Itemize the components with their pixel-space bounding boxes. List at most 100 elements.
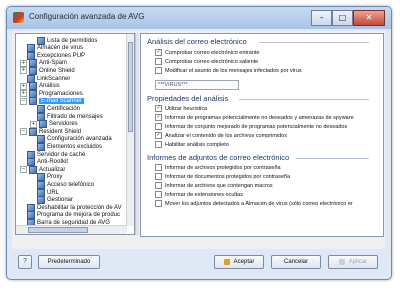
tree-item-label: Servidores [49, 121, 78, 128]
option-checkbox[interactable] [155, 58, 162, 65]
option-row[interactable]: Informar de archivos protegidos por cont… [155, 164, 281, 171]
tree-vertical-scroll-thumb[interactable] [128, 42, 133, 132]
option-label: Comprobar correo electrónico saliente [165, 58, 259, 65]
tree-item-label: Actualizar [39, 166, 66, 173]
option-row[interactable]: Informar de documentos protegidos por co… [155, 173, 290, 180]
option-label: Informar de archivos protegidos por cont… [165, 164, 281, 171]
option-label: Utilizar heurística [165, 105, 208, 112]
attachments-section-title: Informes de adjuntos de correo electróni… [147, 153, 290, 162]
option-row[interactable]: Informar de archivos que contengan macro… [155, 182, 273, 189]
window-controls: – □ ✕ [311, 10, 385, 26]
option-row[interactable]: Mover los adjuntos detectados a Almacén … [155, 200, 353, 207]
cancel-button[interactable]: Cancelar [271, 255, 321, 269]
option-row[interactable]: Informar de conjunto mejorado de program… [155, 123, 347, 130]
option-checkbox[interactable]: ✓ [155, 105, 162, 112]
tree-item-label: Servidor de caché [37, 151, 86, 158]
option-row[interactable]: Modificar el asunto de los mensajes infe… [155, 67, 302, 74]
option-checkbox[interactable] [155, 200, 162, 207]
default-button[interactable]: Predeterminado [38, 255, 100, 269]
option-checkbox[interactable] [155, 191, 162, 198]
shield-icon [223, 259, 230, 265]
client-area: Lista de permitidos Almacén de virus Excep… [12, 31, 385, 249]
tree-connector [30, 190, 35, 195]
option-checkbox[interactable] [155, 173, 162, 180]
tree-item-label: Deshabilitar la protección de AV [37, 204, 122, 211]
tree-item-label: Elementos excluidos [47, 143, 103, 150]
accept-button[interactable]: Aceptar [214, 255, 264, 269]
tree-item-label: Anti-Rootkit [37, 159, 69, 166]
tree-item-label: Gestionar [47, 197, 74, 204]
option-checkbox[interactable] [155, 123, 162, 130]
tree-item-label: E-mail Scanner [39, 98, 85, 105]
tree-connector [30, 144, 35, 149]
option-label: Habilitar análisis completo [165, 141, 229, 148]
option-checkbox[interactable] [155, 182, 162, 189]
tree-horizontal-scroll-thumb[interactable] [28, 227, 88, 233]
option-label: Comprobar correo electrónico entrante [165, 49, 260, 56]
tree-vertical-scrollbar[interactable] [126, 34, 134, 226]
tree-connector [20, 160, 25, 165]
settings-tree: Lista de permitidos Almacén de virus Excep… [15, 33, 135, 235]
collapse-icon[interactable]: − [20, 128, 27, 136]
tree-connector [20, 53, 25, 58]
properties-section-title: Propiedades del análisis [147, 94, 229, 103]
apply-button[interactable]: Aplicar [328, 255, 378, 269]
tree-connector [30, 38, 35, 43]
tree-connector [30, 114, 35, 119]
settings-window: Configuración avanzada de AVG – □ ✕ List… [6, 6, 392, 280]
tree-item-label: LinkScanner [37, 75, 71, 82]
option-label: Informar de archivos que contengan macro… [165, 182, 273, 189]
option-row[interactable]: ✓ Analizar el contenido de los archivos c… [155, 132, 287, 139]
option-label: Informar de programas potencialmente no … [165, 114, 354, 121]
tree-connector [30, 106, 35, 111]
tree-connector [20, 46, 25, 51]
close-button[interactable]: ✕ [353, 10, 385, 26]
option-checkbox[interactable]: ✓ [155, 49, 162, 56]
collapse-icon[interactable]: − [20, 97, 27, 105]
section-divider [239, 99, 369, 100]
option-row[interactable]: ✓ Informar de programas potencialmente no… [155, 114, 354, 121]
tree-item-label: Certificación [47, 105, 81, 112]
tree-item-label: Lista de permitidos [47, 37, 98, 44]
option-checkbox[interactable]: ✓ [155, 114, 162, 121]
tree-connector [20, 76, 25, 81]
option-checkbox[interactable]: ✓ [155, 132, 162, 139]
tree-item-label: Análisis [39, 83, 60, 90]
tree-item-label: Configuración avanzada [47, 136, 112, 143]
tree-item-label: Anti-Spam [39, 60, 68, 67]
option-label: Modificar el asunto de los mensajes infe… [165, 67, 302, 74]
option-checkbox[interactable] [155, 67, 162, 74]
option-row[interactable]: Informar de extensiones ocultas [155, 191, 243, 198]
option-label: Informar de conjunto mejorado de program… [165, 123, 348, 130]
option-row[interactable]: Habilitar análisis completo [155, 141, 229, 148]
tree-connector [30, 175, 35, 180]
tree-horizontal-scrollbar[interactable] [16, 225, 127, 234]
accept-button-label: Aceptar [233, 259, 255, 265]
help-button[interactable]: ? [18, 255, 32, 269]
shield-icon [338, 259, 345, 265]
section-divider [296, 158, 369, 159]
option-checkbox[interactable] [155, 164, 162, 171]
analysis-section-title: Análisis del correo electrónico [147, 37, 247, 46]
option-row[interactable]: ✓ Comprobar correo electrónico entrante [155, 49, 259, 56]
title-bar[interactable]: Configuración avanzada de AVG – □ ✕ [7, 7, 391, 29]
option-row[interactable]: Comprobar correo electrónico saliente [155, 58, 258, 65]
tree-item-label: Resident Shield [39, 128, 82, 135]
option-label: Informar de documentos protegidos por co… [165, 173, 291, 180]
tree-item-label: Almacén de virus [37, 45, 84, 52]
minimize-button[interactable]: – [311, 10, 332, 26]
section-divider [259, 42, 369, 43]
option-checkbox[interactable] [155, 141, 162, 148]
tree-item-label: Excepciones PUP [37, 52, 86, 59]
option-label: Analizar el contenido de los archivos co… [165, 132, 287, 139]
pane-splitter[interactable] [135, 33, 139, 235]
option-label: Informar de extensiones ocultas [165, 191, 243, 198]
apply-button-label: Aplicar [348, 259, 368, 265]
infected-subject-input[interactable]: ***VIRUS*** [155, 80, 239, 90]
collapse-icon[interactable]: − [20, 166, 27, 174]
tree-connector [30, 198, 35, 203]
avg-logo-icon [13, 12, 24, 23]
cancel-button-label: Cancelar [283, 259, 308, 265]
option-row[interactable]: ✓ Utilizar heurística [155, 105, 207, 112]
maximize-button[interactable]: □ [332, 10, 353, 26]
